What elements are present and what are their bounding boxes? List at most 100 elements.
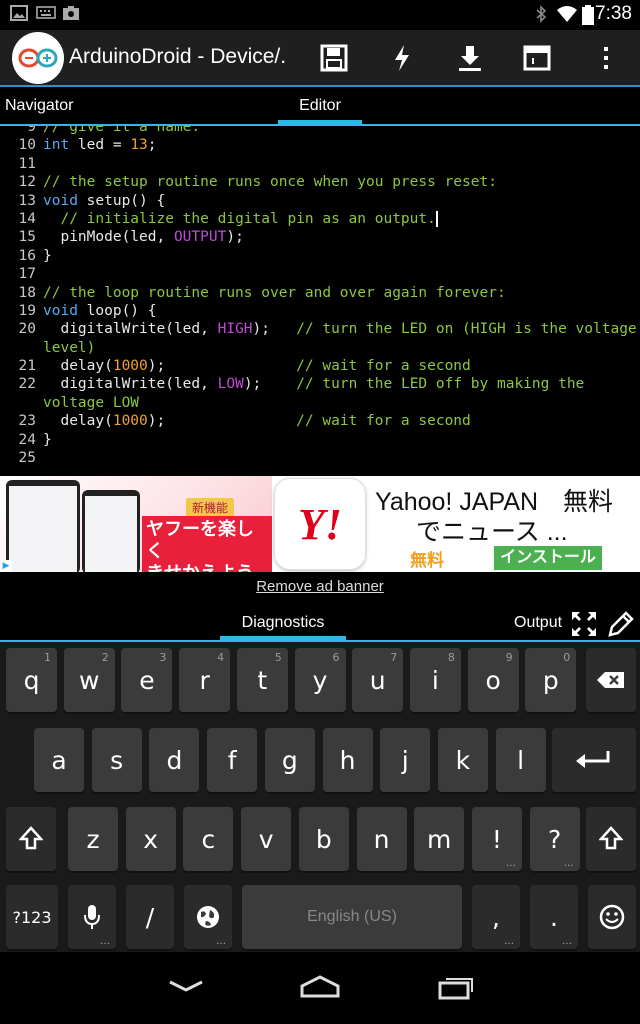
code-text-wrap[interactable]: level) xyxy=(43,339,95,357)
code-text-wrap[interactable]: voltage LOW xyxy=(43,394,139,412)
shift-key-right[interactable] xyxy=(586,807,636,871)
code-text[interactable]: void setup() { xyxy=(43,192,165,210)
key-s[interactable]: s xyxy=(91,728,142,792)
backspace-key[interactable] xyxy=(586,648,636,712)
key-y[interactable]: y6 xyxy=(294,648,346,712)
voice-input-key[interactable]: … xyxy=(68,885,116,949)
symbols-key[interactable]: ?123 xyxy=(6,885,58,949)
key-c[interactable]: c xyxy=(183,807,234,871)
key-l[interactable]: l xyxy=(495,728,546,792)
ad-install-button[interactable]: インストール xyxy=(494,546,602,570)
pencil-icon[interactable] xyxy=(607,610,635,643)
tab-editor[interactable]: Editor xyxy=(278,97,362,115)
code-line[interactable]: 14 // initialize the digital pin as an o… xyxy=(0,210,640,228)
key-o[interactable]: o9 xyxy=(467,648,519,712)
period-key[interactable]: .… xyxy=(530,885,578,949)
code-line[interactable]: 20 digitalWrite(led, HIGH); // turn the … xyxy=(0,320,640,338)
code-line-wrap[interactable]: voltage LOW xyxy=(0,394,640,412)
code-line[interactable]: 21 delay(1000); // wait for a second xyxy=(0,357,640,375)
language-key[interactable]: … xyxy=(184,885,232,949)
code-line[interactable]: 19 void loop() { xyxy=(0,302,640,320)
key-a[interactable]: a xyxy=(34,728,84,792)
slash-key[interactable]: / xyxy=(126,885,174,949)
key-g[interactable]: g xyxy=(264,728,315,792)
shift-key-left[interactable] xyxy=(6,807,56,871)
save-icon[interactable] xyxy=(316,40,352,76)
emoji-key[interactable] xyxy=(588,885,636,949)
back-icon[interactable] xyxy=(166,974,206,1003)
serial-monitor-icon[interactable] xyxy=(519,40,555,76)
ad-title-line2[interactable]: でニュース ... xyxy=(416,512,568,548)
code-text[interactable]: // the loop routine runs over and over a… xyxy=(43,284,506,302)
remove-ad-banner-link[interactable]: Remove ad banner xyxy=(0,578,640,595)
code-text[interactable]: } xyxy=(43,247,52,265)
code-line[interactable]: 18 // the loop routine runs over and over… xyxy=(0,284,640,302)
expand-icon[interactable] xyxy=(570,610,598,643)
key-e[interactable]: e3 xyxy=(121,648,173,712)
key-b[interactable]: b xyxy=(298,807,349,871)
code-line[interactable]: 13 void setup() { xyxy=(0,192,640,210)
tab-output[interactable]: Output xyxy=(514,614,562,632)
tab-navigator[interactable]: Navigator xyxy=(5,97,73,115)
key-h[interactable]: h xyxy=(322,728,373,792)
code-text[interactable]: void loop() { xyxy=(43,302,157,320)
ad-info-icon[interactable]: ▶ xyxy=(0,560,12,572)
home-icon[interactable] xyxy=(298,974,342,1005)
key-i[interactable]: i8 xyxy=(409,648,461,712)
code-line-wrap[interactable]: level) xyxy=(0,339,640,357)
key-k[interactable]: k xyxy=(437,728,488,792)
key-t[interactable]: t5 xyxy=(236,648,288,712)
key-z[interactable]: z xyxy=(68,807,118,871)
comma-key[interactable]: ,… xyxy=(472,885,520,949)
ad-promo-image[interactable]: 新機能 ヤフーを楽しく きせかえよう ▶ xyxy=(0,476,272,572)
code-line[interactable]: 11 xyxy=(0,155,640,173)
key-exclamation[interactable]: !… xyxy=(471,807,522,871)
key-r[interactable]: r4 xyxy=(179,648,231,712)
code-line[interactable]: 9 // give it a name: xyxy=(0,126,640,136)
code-line[interactable]: 16} xyxy=(0,247,640,265)
key-q[interactable]: q1 xyxy=(6,648,57,712)
code-line[interactable]: 22 digitalWrite(led, LOW); // turn the L… xyxy=(0,375,640,393)
code-line[interactable]: 12 // the setup routine runs once when yo… xyxy=(0,173,640,191)
yahoo-logo-icon[interactable]: Y! xyxy=(274,478,366,570)
key-w[interactable]: w2 xyxy=(63,648,115,712)
key-n[interactable]: n xyxy=(356,807,407,871)
code-text[interactable]: digitalWrite(led, HIGH); // turn the LED… xyxy=(43,320,636,338)
key-p[interactable]: p0 xyxy=(525,648,577,712)
key-m[interactable]: m xyxy=(414,807,465,871)
compile-flash-icon[interactable] xyxy=(384,40,420,76)
code-line[interactable]: 15 pinMode(led, OUTPUT); xyxy=(0,228,640,246)
space-key[interactable]: English (US) xyxy=(242,885,462,949)
overflow-menu-icon[interactable] xyxy=(588,40,624,76)
tab-diagnostics[interactable]: Diagnostics xyxy=(220,614,346,632)
arduino-logo-icon[interactable] xyxy=(12,32,64,84)
code-text[interactable]: int led = 13; xyxy=(43,136,157,154)
code-editor[interactable]: 9 // give it a name: 10 int led = 13; 11 12 //… xyxy=(0,126,640,476)
code-text[interactable]: // the setup routine runs once when you … xyxy=(43,173,497,191)
key-j[interactable]: j xyxy=(380,728,431,792)
code-line[interactable]: 17 xyxy=(0,265,640,283)
code-line[interactable]: 23 delay(1000); // wait for a second xyxy=(0,412,640,430)
key-u[interactable]: u7 xyxy=(352,648,404,712)
code-text[interactable]: } xyxy=(43,431,52,449)
ad-banner[interactable]: 新機能 ヤフーを楽しく きせかえよう ▶ Y! Yahoo! JAPAN 無料 … xyxy=(0,476,640,572)
key-d[interactable]: d xyxy=(149,728,200,792)
code-text[interactable]: digitalWrite(led, LOW); // turn the LED … xyxy=(43,375,584,393)
key-x[interactable]: x xyxy=(125,807,176,871)
code-line[interactable]: 25 xyxy=(0,449,640,467)
key-question[interactable]: ?… xyxy=(529,807,580,871)
code-text[interactable]: delay(1000); // wait for a second xyxy=(43,357,470,375)
code-text[interactable]: // give it a name: xyxy=(43,126,200,136)
code-content[interactable]: 9 // give it a name: 10 int led = 13; 11 12 //… xyxy=(0,126,640,467)
code-text[interactable]: delay(1000); // wait for a second xyxy=(43,412,470,430)
code-text[interactable]: // initialize the digital pin as an outp… xyxy=(43,210,438,228)
recent-apps-icon[interactable] xyxy=(436,974,476,1005)
key-v[interactable]: v xyxy=(241,807,292,871)
key-f[interactable]: f xyxy=(207,728,258,792)
code-line[interactable]: 24} xyxy=(0,431,640,449)
code-text[interactable]: pinMode(led, OUTPUT); xyxy=(43,228,243,246)
upload-download-icon[interactable] xyxy=(452,40,488,76)
key-label: x xyxy=(143,824,159,854)
code-line[interactable]: 10 int led = 13; xyxy=(0,136,640,154)
enter-key[interactable] xyxy=(552,728,636,792)
